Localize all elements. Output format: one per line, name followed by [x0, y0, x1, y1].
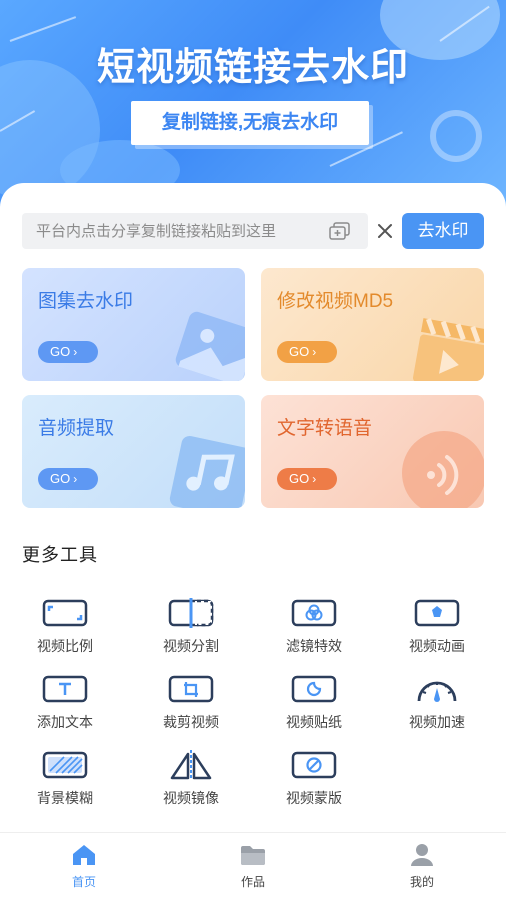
tool-video-split[interactable]: 视频分割	[141, 598, 241, 662]
go-label: GO	[50, 471, 71, 486]
user-icon	[411, 844, 433, 866]
close-icon[interactable]	[375, 221, 395, 241]
clapperboard-icon	[412, 318, 484, 381]
card-title: 文字转语音	[277, 418, 373, 439]
aspect-ratio-icon	[42, 599, 88, 627]
text-icon	[42, 675, 88, 703]
link-input[interactable]	[22, 213, 322, 249]
tab-profile[interactable]: 我的	[382, 843, 462, 890]
search-row: 去水印	[22, 213, 484, 249]
chevron-right-icon: ›	[73, 472, 78, 486]
music-note-icon	[169, 435, 245, 508]
card-text-to-speech[interactable]: 文字转语音 GO ›	[261, 395, 484, 508]
search-box	[22, 213, 368, 249]
mirror-icon	[170, 750, 212, 780]
tool-crop-video[interactable]: 裁剪视频	[141, 674, 241, 738]
sticker-icon	[291, 675, 337, 703]
section-title: 更多工具	[22, 545, 98, 565]
tool-label: 滤镜特效	[286, 638, 342, 654]
tool-label: 视频分割	[163, 638, 219, 654]
card-modify-md5[interactable]: 修改视频MD5 GO ›	[261, 268, 484, 381]
chevron-right-icon: ›	[73, 345, 78, 359]
tool-video-ratio[interactable]: 视频比例	[15, 598, 115, 662]
tool-label: 视频比例	[37, 638, 93, 654]
tab-label: 我的	[409, 875, 434, 889]
tab-home[interactable]: 首页	[44, 843, 124, 890]
bottom-tab-bar: 首页 作品 我的	[0, 832, 506, 900]
filter-icon	[291, 599, 337, 627]
animation-icon	[414, 599, 460, 627]
chevron-right-icon: ›	[312, 472, 317, 486]
paste-icon[interactable]	[329, 222, 351, 240]
speedometer-icon	[417, 681, 457, 702]
card-title: 修改视频MD5	[277, 291, 394, 312]
go-label: GO	[50, 344, 71, 359]
tool-label: 视频动画	[409, 638, 465, 654]
split-icon	[168, 598, 214, 628]
tool-label: 视频贴纸	[286, 714, 342, 730]
tool-video-speed[interactable]: 视频加速	[387, 674, 487, 738]
tab-label: 作品	[240, 875, 265, 889]
card-title: 图集去水印	[38, 291, 134, 312]
tool-add-text[interactable]: 添加文本	[15, 674, 115, 738]
tool-label: 添加文本	[37, 714, 93, 730]
card-audio-extract[interactable]: 音频提取 GO ›	[22, 395, 245, 508]
tool-label: 背景模糊	[37, 790, 93, 806]
remove-watermark-button[interactable]: 去水印	[402, 213, 484, 249]
tab-works[interactable]: 作品	[213, 843, 293, 890]
home-icon	[73, 845, 95, 865]
go-button[interactable]: GO ›	[277, 468, 337, 490]
main-panel: 去水印 图集去水印 GO› 修改视频MD5 GO› 音频提取 GO›	[0, 183, 506, 833]
sound-wave-icon	[402, 431, 484, 508]
hero-subtitle: 复制链接,无痕去水印	[131, 101, 369, 145]
chevron-right-icon: ›	[312, 345, 317, 359]
tool-label: 视频加速	[409, 714, 465, 730]
hero-decoration	[430, 110, 482, 162]
go-button[interactable]: GO ›	[38, 468, 98, 490]
image-icon	[175, 311, 245, 381]
go-label: GO	[289, 471, 310, 486]
tool-video-mask[interactable]: 视频蒙版	[264, 750, 364, 814]
tool-background-blur[interactable]: 背景模糊	[15, 750, 115, 814]
go-button[interactable]: GO ›	[277, 341, 337, 363]
crop-icon	[168, 675, 214, 703]
tool-video-mirror[interactable]: 视频镜像	[141, 750, 241, 814]
card-title: 音频提取	[38, 418, 115, 439]
go-button[interactable]: GO ›	[38, 341, 98, 363]
tool-label: 裁剪视频	[163, 714, 219, 730]
tab-label: 首页	[71, 875, 96, 889]
tool-label: 视频镜像	[163, 790, 219, 806]
tool-video-animation[interactable]: 视频动画	[387, 598, 487, 662]
tool-video-sticker[interactable]: 视频贴纸	[264, 674, 364, 738]
mask-icon	[291, 751, 337, 779]
folder-icon	[241, 846, 265, 865]
page-title: 短视频链接去水印	[96, 47, 409, 89]
tool-label: 视频蒙版	[286, 790, 342, 806]
card-gallery-watermark[interactable]: 图集去水印 GO ›	[22, 268, 245, 381]
blur-icon	[42, 751, 88, 779]
go-label: GO	[289, 344, 310, 359]
tool-filter-effects[interactable]: 滤镜特效	[264, 598, 364, 662]
